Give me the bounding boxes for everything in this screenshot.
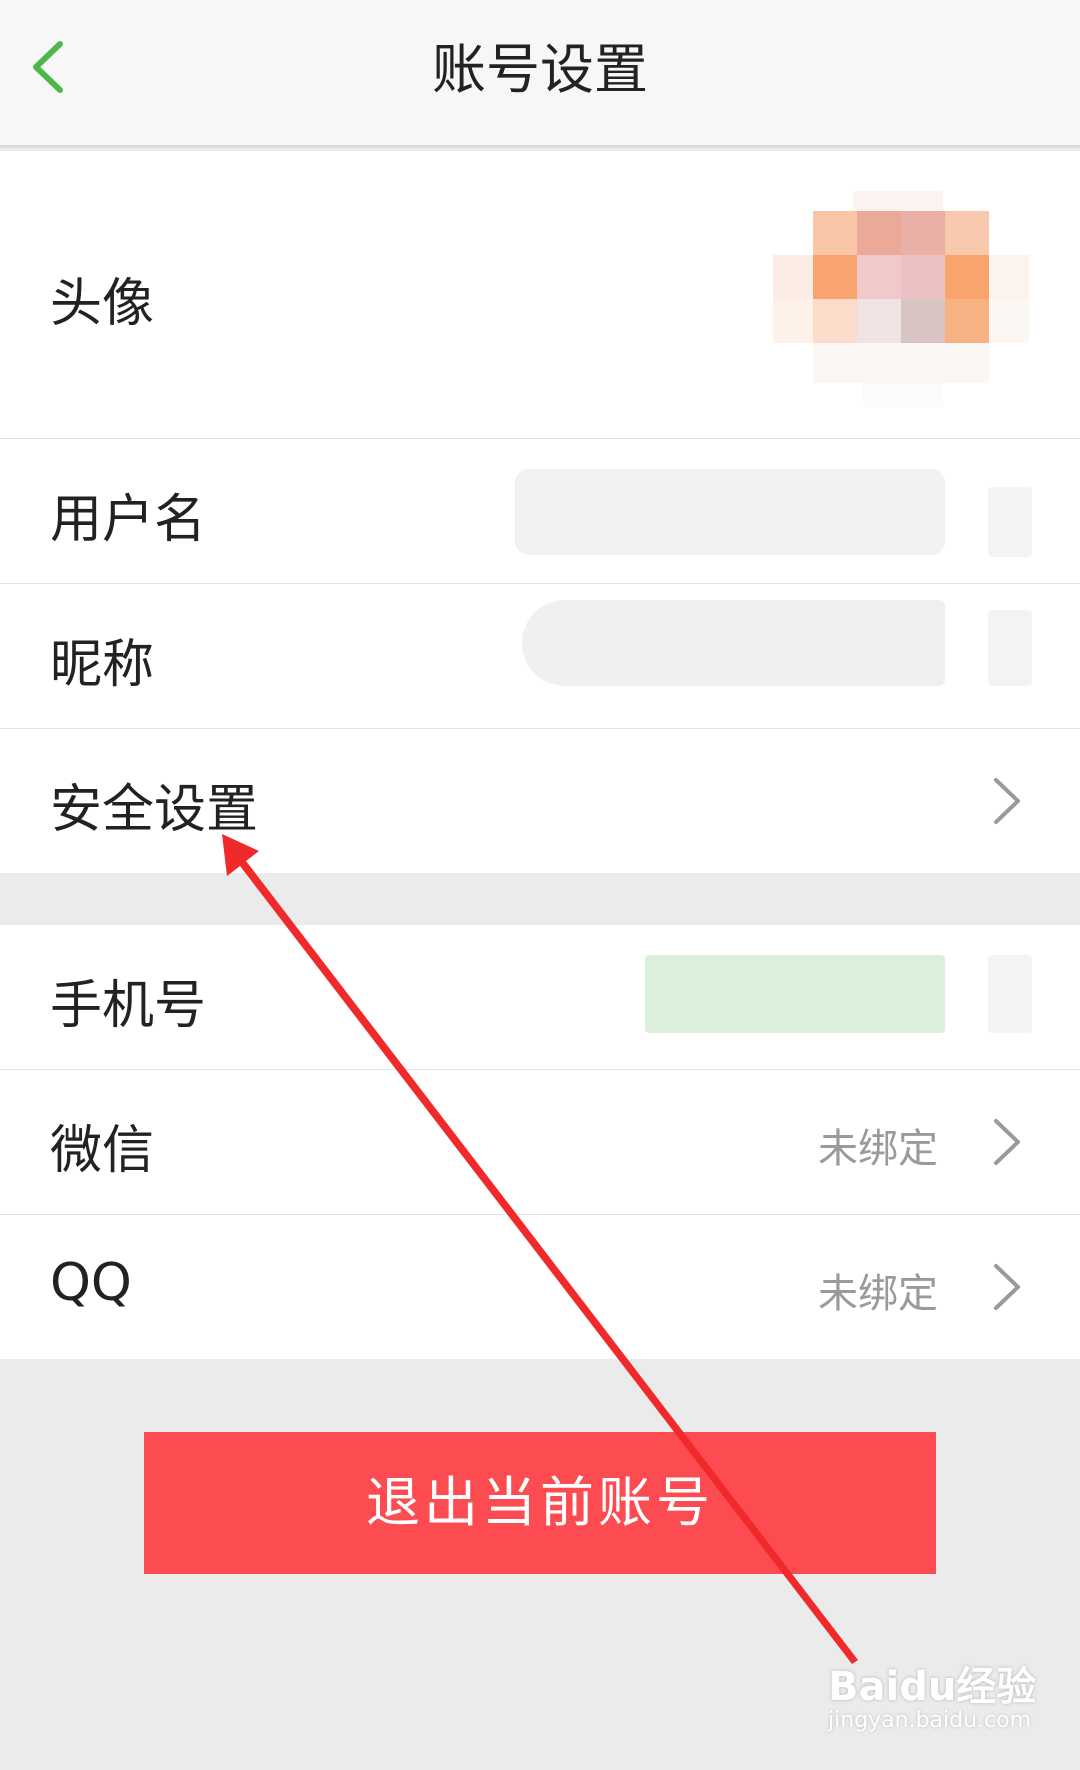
account-info-group: 头像 用户名 昵称 安全设置 (0, 151, 1080, 873)
qq-status: 未绑定 (818, 1271, 938, 1317)
nickname-row: 昵称 (0, 584, 1080, 729)
qq-row[interactable]: QQ 未绑定 (0, 1215, 1080, 1359)
chevron-right-icon (994, 1119, 1020, 1165)
wechat-label: 微信 (50, 1121, 155, 1181)
avatar-row[interactable]: 头像 (0, 151, 1080, 439)
phone-label: 手机号 (50, 976, 207, 1036)
chevron-right-icon (994, 778, 1020, 824)
security-settings-label: 安全设置 (50, 780, 259, 840)
bindings-group: 手机号 微信 未绑定 QQ 未绑定 (0, 925, 1080, 1359)
watermark-brand: Baidu经验 (828, 1664, 1037, 1710)
username-label: 用户名 (50, 490, 207, 550)
nav-bar: 账号设置 (0, 0, 1080, 148)
username-value-blurred (515, 469, 945, 555)
security-settings-row[interactable]: 安全设置 (0, 729, 1080, 873)
username-row: 用户名 (0, 439, 1080, 584)
phone-row: 手机号 (0, 925, 1080, 1070)
nickname-value-blurred (522, 600, 945, 686)
baidu-jingyan-watermark: Baidu经验 jingyan.baidu.com (828, 1650, 1068, 1750)
phone-value-blurred (645, 955, 945, 1033)
avatar-label: 头像 (50, 274, 155, 334)
wechat-row[interactable]: 微信 未绑定 (0, 1070, 1080, 1215)
page-title: 账号设置 (432, 38, 648, 101)
qq-label: QQ (50, 1253, 132, 1313)
chevron-right-icon (994, 1264, 1020, 1310)
nickname-label: 昵称 (50, 635, 155, 695)
watermark-domain: jingyan.baidu.com (828, 1708, 1032, 1733)
logout-button[interactable]: 退出当前账号 (144, 1432, 936, 1574)
nickname-value-blurred-end (988, 610, 1032, 686)
avatar[interactable] (773, 191, 1033, 411)
username-value-blurred-end (988, 487, 1032, 557)
wechat-status: 未绑定 (818, 1126, 938, 1172)
phone-value-blurred-end (988, 955, 1032, 1033)
